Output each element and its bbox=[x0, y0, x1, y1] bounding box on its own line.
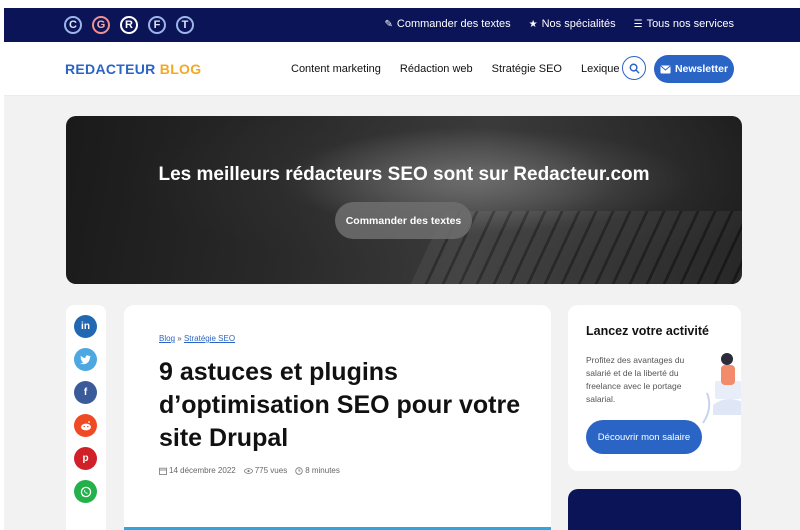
promo-card-title: Lancez votre activité bbox=[586, 324, 709, 338]
envelope-icon bbox=[660, 65, 671, 73]
whatsapp-phone-icon bbox=[80, 486, 91, 497]
top-link-commander[interactable]: ✎ Commander des textes bbox=[385, 18, 511, 30]
top-links: ✎ Commander des textes ★ Nos spécialités… bbox=[385, 18, 734, 30]
calendar-icon bbox=[159, 467, 167, 475]
top-link-label: Nos spécialités bbox=[541, 18, 616, 30]
brand-f-icon[interactable]: F bbox=[148, 16, 166, 34]
main-content: Les meilleurs rédacteurs SEO sont sur Re… bbox=[4, 96, 800, 530]
breadcrumb-blog[interactable]: Blog bbox=[159, 334, 175, 343]
eye-icon bbox=[243, 467, 253, 474]
newsletter-label: Newsletter bbox=[674, 63, 729, 75]
hero-title: Les meilleurs rédacteurs SEO sont sur Re… bbox=[158, 164, 650, 185]
hero-banner: Les meilleurs rédacteurs SEO sont sur Re… bbox=[66, 116, 742, 284]
article-date-text: 14 décembre 2022 bbox=[169, 466, 236, 475]
breadcrumb-separator: » bbox=[177, 334, 182, 343]
clock-icon bbox=[295, 466, 303, 475]
whatsapp-share-icon[interactable] bbox=[74, 480, 97, 503]
top-link-specialites[interactable]: ★ Nos spécialités bbox=[529, 18, 616, 30]
secondary-promo-card bbox=[568, 489, 741, 530]
promo-card-text: Profitez des avantages du salarié et de … bbox=[586, 355, 685, 404]
share-bar: in f p bbox=[66, 305, 106, 530]
reddit-alien-icon bbox=[80, 420, 91, 430]
top-link-label: Commander des textes bbox=[396, 18, 511, 30]
brand-t-icon[interactable]: T bbox=[176, 16, 194, 34]
freelancer-illustration-icon bbox=[702, 353, 741, 424]
main-nav: REDACTEUR BLOG Content marketing Rédacti… bbox=[4, 42, 800, 96]
pinterest-share-icon[interactable]: p bbox=[74, 447, 97, 470]
top-link-services[interactable]: ☰ Tous nos services bbox=[634, 18, 734, 30]
portage-promo-card: Lancez votre activité Profitez des avant… bbox=[568, 305, 741, 471]
nav-item-strategie-seo[interactable]: Stratégie SEO bbox=[492, 63, 562, 75]
discover-salary-button[interactable]: Découvrir mon salaire bbox=[586, 420, 702, 454]
article-read-time-text: 8 minutes bbox=[305, 466, 340, 475]
brand-switcher: C G R F T bbox=[64, 16, 194, 34]
article-read-time: 8 minutes bbox=[295, 466, 340, 475]
newsletter-button[interactable]: Newsletter bbox=[654, 55, 734, 83]
top-bar: C G R F T ✎ Commander des textes ★ Nos s… bbox=[4, 8, 800, 42]
twitter-share-icon[interactable] bbox=[74, 348, 97, 371]
search-icon bbox=[629, 63, 640, 74]
brand-c-icon[interactable]: C bbox=[64, 16, 82, 34]
star-icon: ★ bbox=[528, 18, 538, 30]
article-views-text: 775 vues bbox=[254, 466, 288, 475]
site-logo[interactable]: REDACTEUR BLOG bbox=[65, 61, 201, 77]
breadcrumb-category[interactable]: Stratégie SEO bbox=[184, 334, 235, 343]
facebook-share-icon[interactable]: f bbox=[74, 381, 97, 404]
article-meta: 14 décembre 2022 775 vues 8 minutes bbox=[159, 466, 340, 475]
nav-item-content-marketing[interactable]: Content marketing bbox=[291, 63, 381, 75]
search-button[interactable] bbox=[622, 56, 646, 80]
twitter-bird-icon bbox=[80, 354, 91, 364]
pencil-icon: ✎ bbox=[384, 18, 393, 30]
logo-part-1: REDACTEUR bbox=[65, 61, 156, 77]
nav-item-lexique[interactable]: Lexique bbox=[581, 63, 620, 75]
hero-order-button[interactable]: Commander des textes bbox=[335, 202, 472, 239]
article-views: 775 vues bbox=[243, 466, 288, 475]
article-header-card: Blog » Stratégie SEO 9 astuces et plugin… bbox=[124, 305, 551, 530]
article-date: 14 décembre 2022 bbox=[159, 466, 236, 475]
breadcrumb: Blog » Stratégie SEO bbox=[159, 334, 235, 343]
linkedin-share-icon[interactable]: in bbox=[74, 315, 97, 338]
brand-g-icon[interactable]: G bbox=[92, 16, 110, 34]
nav-item-redaction-web[interactable]: Rédaction web bbox=[400, 63, 473, 75]
brand-r-icon[interactable]: R bbox=[120, 16, 138, 34]
top-link-label: Tous nos services bbox=[646, 18, 734, 30]
article-title: 9 astuces et plugins d’optimisation SEO … bbox=[159, 358, 521, 452]
reddit-share-icon[interactable] bbox=[74, 414, 97, 437]
menu-icon: ☰ bbox=[633, 18, 643, 30]
logo-part-2: BLOG bbox=[159, 61, 202, 77]
nav-links: Content marketing Rédaction web Stratégi… bbox=[291, 63, 620, 75]
